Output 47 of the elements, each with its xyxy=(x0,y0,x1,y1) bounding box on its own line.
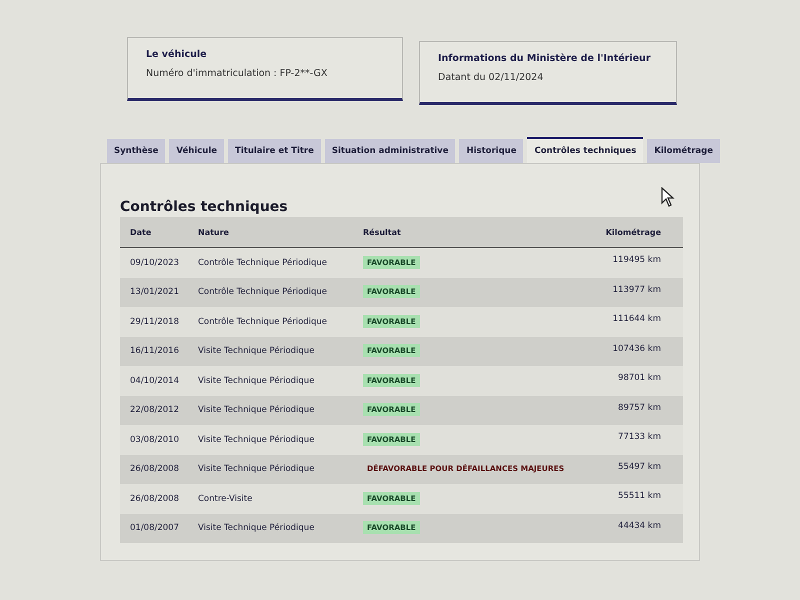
mouse-pointer-icon xyxy=(661,187,675,207)
table-cell-text: Visite Technique Périodique xyxy=(198,405,316,416)
column-header: Kilométrage xyxy=(604,228,662,236)
table-cell-text: Visite Technique Périodique xyxy=(198,464,316,474)
table-cell-text: 01/08/2007 xyxy=(129,523,180,534)
tab[interactable]: Véhicule xyxy=(169,139,224,163)
table-cell-text: Contrôle Technique Périodique xyxy=(198,258,328,268)
table-cell-text: 107436 km xyxy=(612,342,662,354)
tab[interactable]: Synthèse xyxy=(107,139,166,163)
table-cell-text: Contrôle Technique Périodique xyxy=(198,287,328,298)
table-cell-text: Visite Technique Périodique xyxy=(198,346,316,356)
table-cell-text: Contrôle Technique Périodique xyxy=(198,316,328,327)
tab[interactable]: Contrôles techniques xyxy=(527,137,644,163)
table-cell-text: 98701 km xyxy=(617,372,662,383)
tab[interactable]: Situation administrative xyxy=(324,139,456,163)
column-header: Nature xyxy=(198,228,230,236)
table-cell-text: 77133 km xyxy=(617,431,662,442)
table-cell-text: 55497 km xyxy=(617,460,662,472)
table-cell-text: 29/11/2018 xyxy=(129,316,180,327)
table-cell-text: 111644 km xyxy=(612,313,662,324)
table-cell-text: 03/08/2010 xyxy=(129,434,180,445)
table-cell-text: 04/10/2014 xyxy=(129,376,180,386)
table-cell-text: 09/10/2023 xyxy=(129,258,180,268)
tab[interactable]: Titulaire et Titre xyxy=(228,139,321,163)
table-cell-text: 26/08/2008 xyxy=(129,464,180,474)
table-cell-text: Visite Technique Périodique xyxy=(198,523,316,534)
table-cell-text: 55511 km xyxy=(617,490,662,501)
card-title: Informations du Ministère de l'Intérieur xyxy=(438,53,652,64)
card-text: Datant du 02/11/2024 xyxy=(438,72,544,83)
column-header: Date xyxy=(129,228,152,236)
table-cell-text: Contre-Visite xyxy=(198,494,254,504)
table-cell-text: Visite Technique Périodique xyxy=(198,376,316,386)
table-cell-text: 113977 km xyxy=(612,284,662,294)
table-cell-text: 119495 km xyxy=(612,254,662,265)
table-cell-text: 26/08/2008 xyxy=(129,494,180,504)
card-text: Numéro d'immatriculation : FP-2**-GX xyxy=(146,68,328,79)
table-cell-text: 13/01/2021 xyxy=(129,287,180,298)
table-cell-text: Visite Technique Périodique xyxy=(198,434,316,445)
tab[interactable]: Historique xyxy=(459,139,524,163)
table-cell-text: 44434 km xyxy=(617,520,662,530)
table-cell-text: 89757 km xyxy=(617,402,662,412)
card-title: Le véhicule xyxy=(146,49,208,60)
column-header: Résultat xyxy=(363,228,402,236)
table-cell-text: 16/11/2016 xyxy=(129,346,180,356)
table-cell-text: 22/08/2012 xyxy=(129,405,180,416)
tab[interactable]: Kilométrage xyxy=(647,139,720,163)
section-title: Contrôles techniques xyxy=(120,199,288,215)
